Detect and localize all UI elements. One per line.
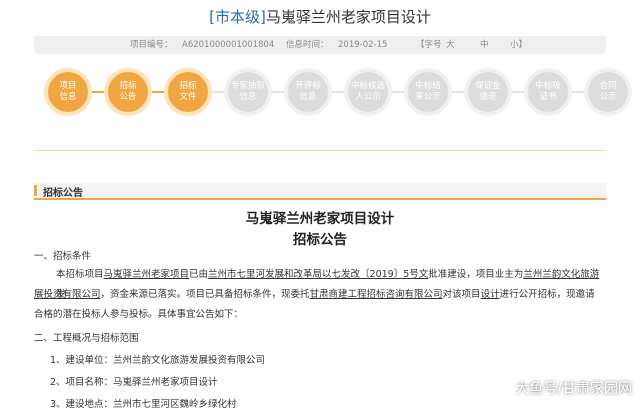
step-9[interactable]: 中标吸 证书 [528, 72, 568, 112]
scope-text: 设计 [480, 289, 500, 300]
step-label-line2: 信息 [59, 92, 77, 102]
section-header: 招标公告 [34, 183, 606, 200]
step-label-line1: 中标候选 [350, 81, 385, 91]
font-size-label: 【字号 [416, 40, 442, 50]
process-steps: 项目 信息 招标 公告 招标 文件 专家抽取 信息 开评标 信息 中标候选 人公示 中标结 果公示 保证金缴… [34, 68, 628, 124]
font-large-button[interactable]: 大 [446, 36, 455, 54]
section-1-heading: 一、招标条件 [34, 251, 92, 262]
para-text: 进行公开招标，现邀请 [499, 289, 595, 300]
step-connector [88, 91, 108, 93]
step-6[interactable]: 中标候选 人公示 [348, 72, 388, 112]
step-label-line1: 合同 [599, 81, 617, 91]
step-label-line1: 保证金 [475, 81, 501, 91]
step-2[interactable]: 招标 公告 [108, 72, 148, 112]
project-link: 马嵬驿兰州老家项目 [103, 269, 190, 280]
project-level-tag: [市本级] [209, 8, 266, 26]
step-label-line2: 信息 [239, 92, 257, 102]
owner-text-cont: 展投资有限公司 [34, 289, 101, 300]
step-label-line1: 招标 [119, 81, 137, 91]
meta-bar: 项目编号： A6201000001001804 信息时间： 2019-02-15… [34, 36, 606, 54]
step-label-line2: 信息 [299, 92, 317, 102]
watermark: 大鱼号/甘肃家园网 [515, 381, 632, 397]
para-text: 对该项目 [442, 289, 481, 300]
list-item: 1、建设单位：兰州兰韵文化旅游发展投资有限公司 [50, 355, 266, 366]
font-medium-button[interactable]: 中 [480, 36, 489, 54]
project-name: 马嵬驿兰州老家项目设计 [265, 8, 431, 26]
section-2-heading: 二、工程概况与招标范围 [34, 333, 139, 344]
para-text: ，资金来源已落实。项目已具备招标条件，现委托 [100, 289, 310, 300]
step-label-line2: 文件 [179, 92, 197, 102]
page-title: [市本级]马嵬驿兰州老家项目设计 [0, 6, 640, 27]
step-7[interactable]: 中标结 果公示 [408, 72, 448, 112]
step-10[interactable]: 合同 公示 [588, 72, 628, 112]
list-item: 3、建设地点：兰州市七里河区魏岭乡绿化村 [50, 399, 237, 410]
document-subtitle: 招标公告 [293, 232, 347, 248]
divider [34, 150, 606, 151]
step-connector [568, 91, 588, 93]
step-3[interactable]: 招标 文件 [168, 72, 208, 112]
step-label-line2: 果公示 [415, 92, 441, 102]
step-connector [328, 91, 348, 93]
step-label-line1: 专家抽取 [230, 81, 265, 91]
step-label-line2: 人公示 [355, 92, 381, 102]
paragraph-3: 合格的潜在投标人参与投标。具体事宜公告如下： [34, 309, 244, 320]
step-4[interactable]: 专家抽取 信息 [228, 72, 268, 112]
step-label-line2: 公告 [119, 92, 137, 102]
step-8[interactable]: 保证金 缴退 [468, 72, 508, 112]
section-label: 招标公告 [43, 188, 83, 199]
publish-date-label: 信息时间： [286, 40, 329, 50]
step-label-line2: 证书 [539, 92, 557, 102]
step-label-line2: 公示 [599, 92, 617, 102]
step-label-line1: 招标 [179, 81, 197, 91]
publish-date: 2019-02-15 [338, 40, 388, 50]
list-item: 2、项目名称：马嵬驿兰州老家项目设计 [50, 377, 218, 388]
project-no-label: 项目编号： [130, 40, 173, 50]
document-title: 马嵬驿兰州老家项目设计 [245, 211, 395, 227]
step-1[interactable]: 项目 信息 [48, 72, 88, 112]
agency-text: 甘肃商建工程招标咨询有限公司 [309, 289, 443, 300]
para-text: 已由 [189, 269, 209, 280]
font-small-button[interactable]: 小】 [510, 36, 527, 54]
step-label-line1: 中标吸 [535, 81, 561, 91]
step-connector [508, 91, 528, 93]
step-label-line1: 开评标 [295, 81, 321, 91]
para-text: 批准建设，项目业主为 [428, 269, 524, 280]
step-connector [148, 91, 168, 93]
step-label-line1: 中标结 [415, 81, 441, 91]
approval-doc-text: 兰州市七里河发展和改革局以七发改〔2019〕5号文 [208, 269, 429, 280]
section-marker [34, 185, 37, 196]
project-no: A6201000001001804 [182, 40, 275, 50]
step-connector [208, 91, 228, 93]
step-label-line1: 项目 [59, 81, 77, 91]
paragraph-2: 展投资有限公司，资金来源已落实。项目已具备招标条件，现委托甘肃商建工程招标咨询有… [34, 285, 606, 305]
step-5[interactable]: 开评标 信息 [288, 72, 328, 112]
para-text: 本招标项目 [56, 269, 104, 280]
step-connector [448, 91, 468, 93]
step-label-line2: 缴退 [479, 92, 497, 102]
step-connector [268, 91, 288, 93]
step-connector [388, 91, 408, 93]
